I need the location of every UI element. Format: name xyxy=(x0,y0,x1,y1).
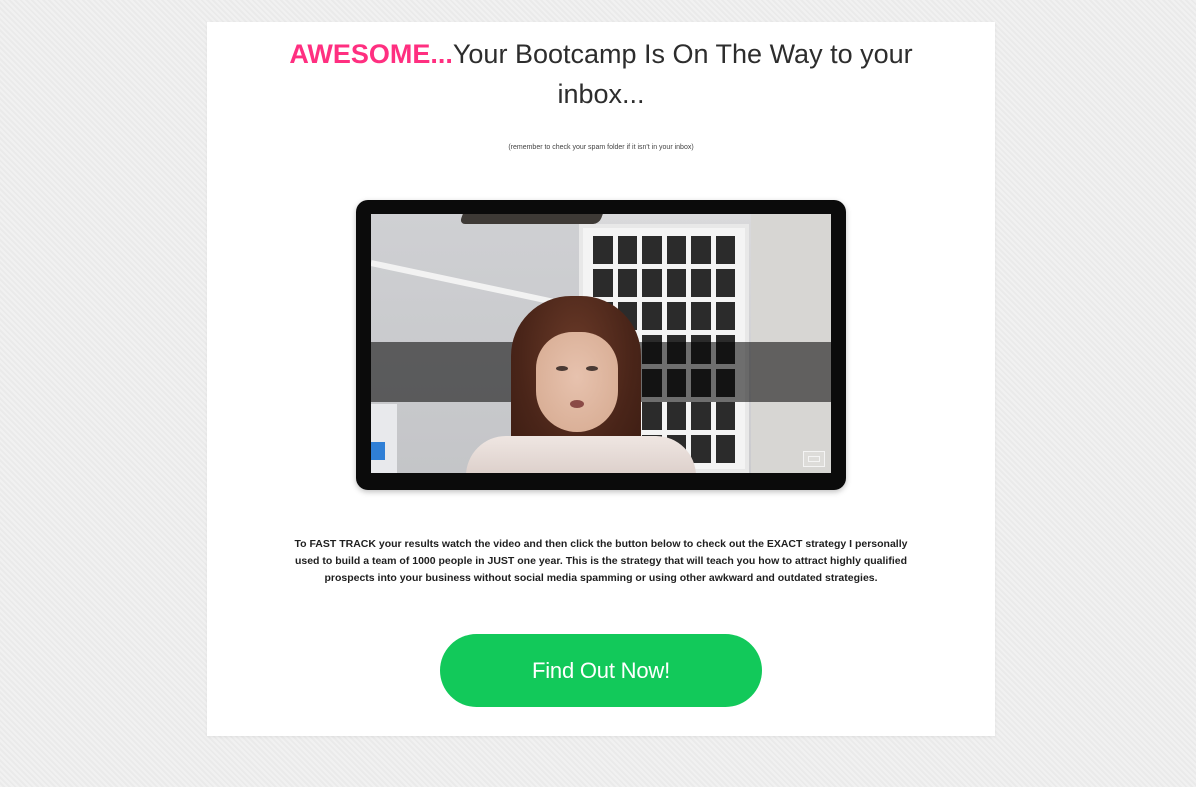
presenter-eye-left xyxy=(556,366,568,371)
door-pane xyxy=(715,236,735,265)
door-pane xyxy=(715,269,735,298)
door-pane xyxy=(715,434,735,463)
door-pane xyxy=(617,269,637,298)
video-scene-blue-object xyxy=(371,442,385,460)
presenter-shirt xyxy=(466,436,696,473)
door-pane xyxy=(715,401,735,430)
video-scene-shelf xyxy=(371,404,397,473)
presenter-eye-right xyxy=(586,366,598,371)
presenter-mouth xyxy=(570,400,584,408)
spam-folder-note: (remember to check your spam folder if i… xyxy=(508,144,694,151)
door-pane xyxy=(666,269,686,298)
door-pane xyxy=(642,236,662,265)
content-card: AWESOME...Your Bootcamp Is On The Way to… xyxy=(207,22,995,736)
door-pane xyxy=(617,236,637,265)
door-pane xyxy=(715,302,735,331)
door-pane xyxy=(593,236,613,265)
video-scene-ceiling-fan xyxy=(459,214,603,224)
video-player[interactable] xyxy=(356,200,846,490)
door-pane xyxy=(691,236,711,265)
find-out-now-button[interactable]: Find Out Now! xyxy=(440,634,762,707)
door-pane xyxy=(666,236,686,265)
headline-rest: Your Bootcamp Is On The Way to your inbo… xyxy=(452,39,913,109)
door-pane xyxy=(691,269,711,298)
fullscreen-icon[interactable] xyxy=(803,451,825,467)
video-thumbnail[interactable] xyxy=(371,214,831,473)
fast-track-description: To FAST TRACK your results watch the vid… xyxy=(294,538,908,584)
video-presenter xyxy=(466,296,696,473)
door-pane xyxy=(642,269,662,298)
headline-accent: AWESOME... xyxy=(289,39,453,69)
page-title: AWESOME...Your Bootcamp Is On The Way to… xyxy=(247,34,955,114)
presenter-face xyxy=(536,332,618,432)
door-pane xyxy=(593,269,613,298)
page-background: AWESOME...Your Bootcamp Is On The Way to… xyxy=(0,0,1196,787)
